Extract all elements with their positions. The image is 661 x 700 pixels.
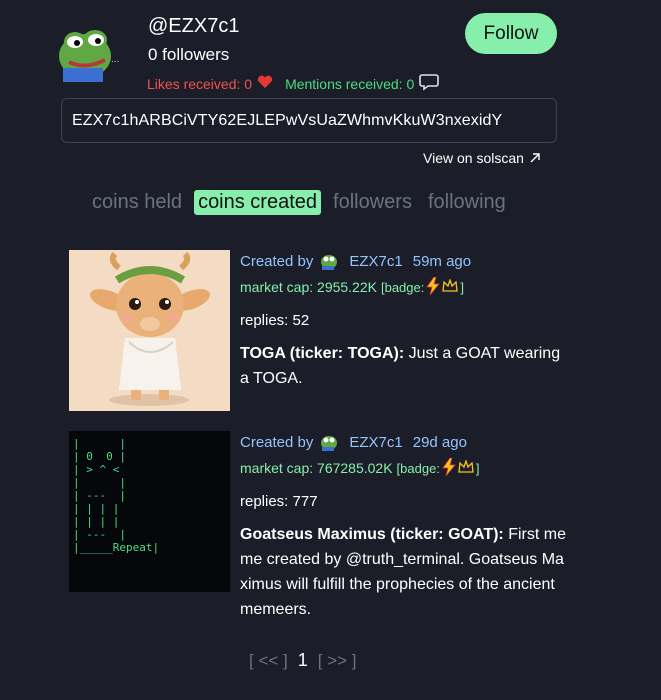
next-page-button[interactable]: [ >> ]: [318, 651, 357, 671]
coin-image-ascii: | | | 0 0 | | > ^ < | | | --- | | | | | …: [73, 437, 160, 554]
coin-description: Goatseus Maximus (ticker: GOAT): First m…: [240, 522, 570, 622]
coin-name: Goatseus Maximus (ticker: GOAT):: [240, 526, 504, 543]
coin-age: 29d ago: [412, 433, 467, 451]
profile-avatar: ...: [55, 22, 123, 82]
badge-close: ]: [475, 460, 480, 476]
creator-link[interactable]: EZX7c1: [349, 434, 402, 451]
solscan-label: View on solscan: [423, 150, 524, 166]
lightning-icon: [426, 276, 441, 298]
market-cap-row: market cap: 2955.22K [badge: ]: [240, 276, 570, 298]
coin-image-toga[interactable]: [69, 250, 230, 411]
profile-tabs: coins held coins created followers follo…: [88, 190, 510, 215]
creator-avatar: [319, 252, 339, 270]
coin-age: 59m ago: [412, 252, 472, 270]
mentions-received: Mentions received: 0: [285, 73, 440, 94]
followers-count: 0 followers: [148, 45, 230, 64]
external-link-icon: [530, 150, 540, 166]
wallet-address-field[interactable]: EZX7c1hARBCiVTY62EJLEPwVsUaZWhmvKkuW3nxe…: [61, 98, 557, 143]
badge-open: [badge:: [396, 460, 440, 476]
market-cap-row: market cap: 767285.02K [badge: ]: [240, 457, 570, 479]
view-on-solscan-link[interactable]: View on solscan: [423, 150, 540, 166]
created-by-row: Created by EZX7c1 59m ago: [240, 250, 570, 272]
created-by-label: Created by: [240, 252, 314, 270]
tab-following[interactable]: following: [424, 190, 510, 215]
coin-image-goat[interactable]: | | | 0 0 | | > ^ < | | | --- | | | | | …: [69, 431, 230, 592]
svg-text:...: ...: [111, 54, 119, 65]
crown-icon: [458, 458, 474, 477]
created-by-label: Created by: [240, 433, 314, 451]
replies-count: replies: 777: [240, 493, 318, 510]
badge-open: [badge:: [380, 279, 425, 295]
badge: [badge: ]: [380, 276, 464, 298]
pagination: [ << ] 1 [ >> ]: [249, 650, 357, 671]
likes-label: Likes received: 0: [147, 75, 253, 92]
heart-icon: [257, 75, 273, 92]
coin-name: TOGA (ticker: TOGA):: [240, 345, 405, 362]
coin-info: Created by EZX7c1 29d ago market cap: 76…: [240, 431, 570, 622]
tab-followers[interactable]: followers: [329, 190, 416, 215]
creator-avatar: [319, 433, 339, 451]
crown-icon: [442, 277, 459, 296]
tab-coins-created[interactable]: coins created: [194, 190, 322, 215]
lightning-icon: [442, 457, 456, 479]
likes-received: Likes received: 0: [147, 75, 273, 92]
creator-link[interactable]: EZX7c1: [349, 253, 402, 270]
follow-button[interactable]: Follow: [465, 13, 557, 54]
mentions-label: Mentions received: 0: [285, 75, 415, 92]
chat-bubble-icon: [419, 73, 440, 94]
badge: [badge: ]: [396, 457, 480, 479]
market-cap: market cap: 2955.22K: [240, 279, 377, 295]
prev-page-button[interactable]: [ << ]: [249, 651, 288, 671]
coin-description: TOGA (ticker: TOGA): Just a GOAT wearing…: [240, 341, 570, 391]
market-cap: market cap: 767285.02K: [240, 460, 393, 476]
current-page: 1: [297, 650, 308, 670]
profile-stats: Likes received: 0 Mentions received: 0: [147, 73, 440, 94]
profile-handle: @EZX7c1: [148, 15, 240, 37]
coin-info: Created by EZX7c1 59m ago market cap: 29…: [240, 250, 570, 391]
badge-close: ]: [460, 279, 464, 295]
tab-coins-held[interactable]: coins held: [88, 190, 186, 215]
replies-count: replies: 52: [240, 312, 310, 329]
created-by-row: Created by EZX7c1 29d ago: [240, 431, 570, 453]
